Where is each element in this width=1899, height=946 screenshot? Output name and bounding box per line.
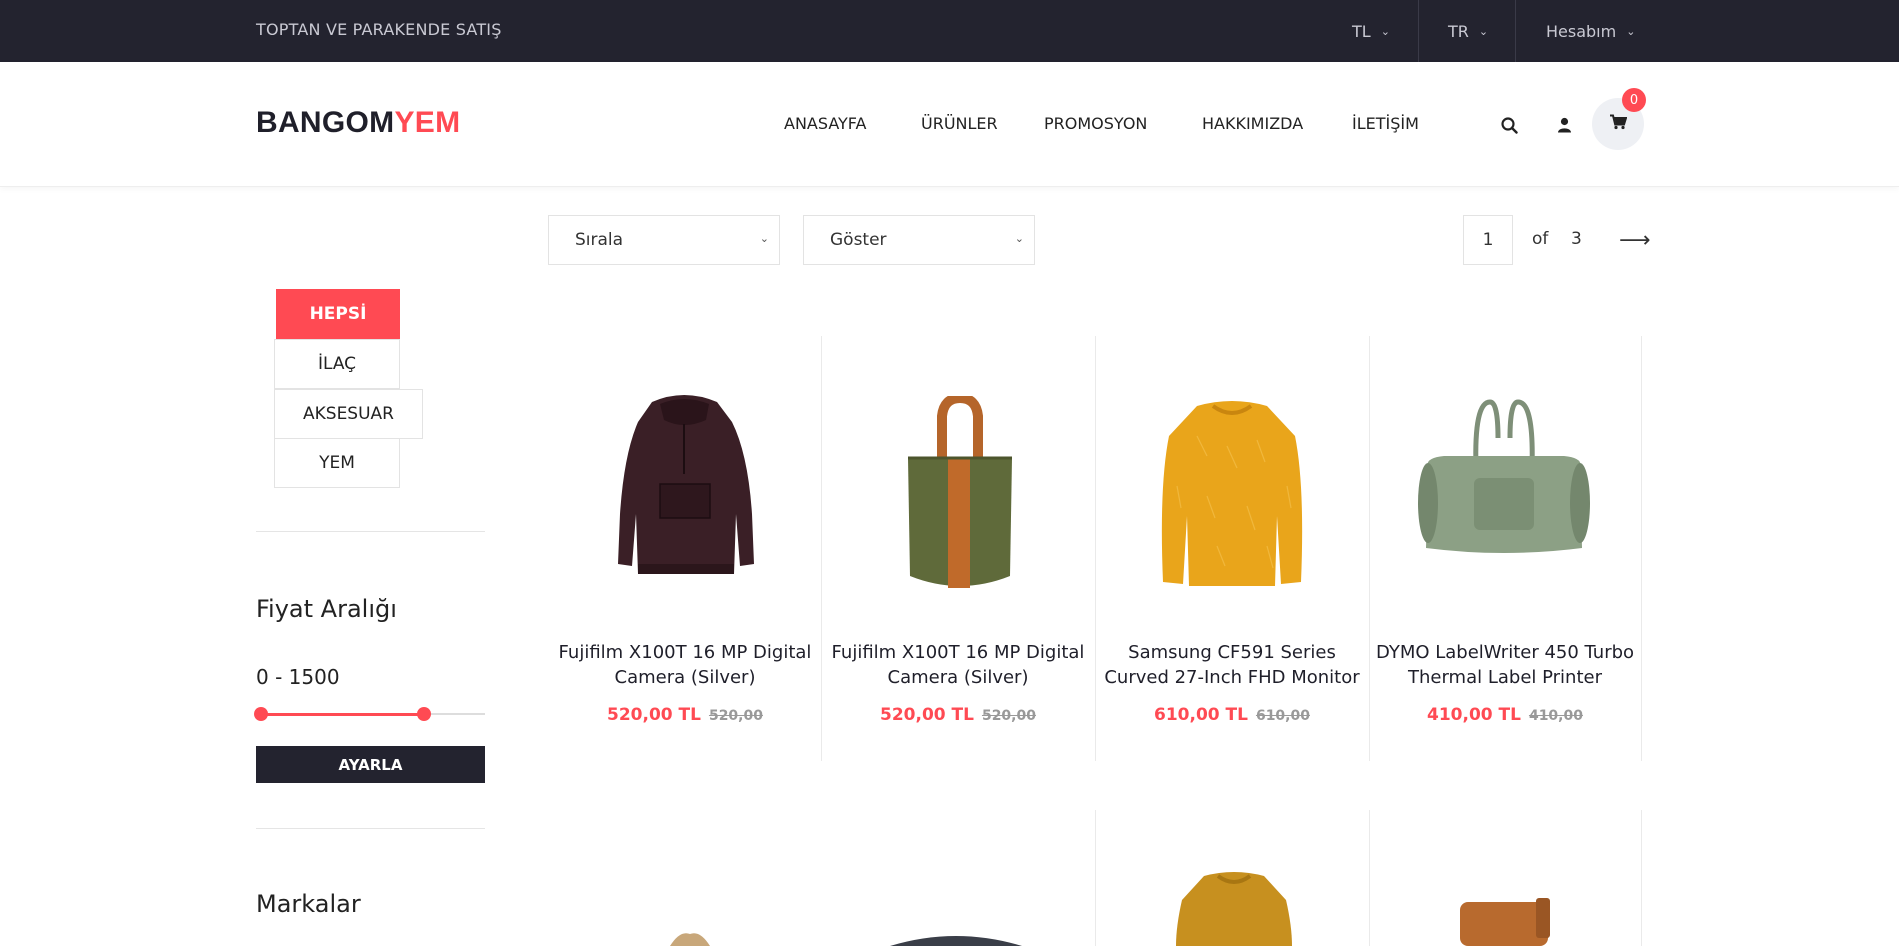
product-name[interactable]: Fujifilm X100T 16 MP Digital Camera (Sil…: [554, 640, 816, 690]
sort-select-label: Sırala: [575, 230, 624, 250]
product-image-partial[interactable]: [1174, 870, 1294, 946]
product-current-price: 610,00 TL: [1154, 705, 1248, 725]
cart-icon: [1609, 114, 1627, 134]
nav-item-promotions[interactable]: PROMOSYON: [1044, 114, 1147, 133]
product-image-tote-bag[interactable]: [904, 396, 1016, 596]
nav-item-home[interactable]: ANASAYFA: [784, 114, 866, 133]
chevron-down-icon: ⌄: [1478, 24, 1489, 38]
grid-divider: [1641, 810, 1642, 946]
currency-selector[interactable]: TL ⌄: [1352, 0, 1390, 62]
price-range-value: 0 - 1500: [256, 665, 340, 689]
show-select[interactable]: Göster ⌄: [803, 215, 1035, 265]
product-current-price: 520,00 TL: [880, 705, 974, 725]
category-accessory[interactable]: AKSESUAR: [274, 389, 423, 439]
product-current-price: 520,00 TL: [607, 705, 701, 725]
top-bar-slogan: TOPTAN VE PARAKENDE SATIŞ: [256, 20, 502, 39]
price-slider-fill: [261, 713, 424, 716]
product-old-price: 520,00: [981, 708, 1036, 724]
divider: [1515, 0, 1516, 62]
currency-value: TL: [1352, 21, 1371, 41]
nav-item-products[interactable]: ÜRÜNLER: [921, 114, 998, 133]
nav-item-contact[interactable]: İLETİŞİM: [1352, 114, 1419, 133]
account-menu[interactable]: Hesabım ⌄: [1546, 0, 1635, 62]
language-value: TR: [1448, 21, 1469, 41]
chevron-down-icon: ⌄: [1626, 24, 1636, 38]
product-image-partial[interactable]: [886, 930, 1026, 946]
product-image-hoodie[interactable]: [612, 394, 757, 579]
product-old-price: 610,00: [1255, 708, 1310, 724]
product-price: 520,00 TL 520,00: [827, 705, 1089, 725]
grid-divider: [1095, 810, 1096, 946]
chevron-down-icon: ⌄: [1380, 24, 1390, 38]
cart-count-badge: 0: [1622, 88, 1646, 112]
page-total: 3: [1571, 229, 1582, 249]
product-image-partial[interactable]: [1458, 898, 1554, 946]
search-icon[interactable]: [1498, 114, 1520, 136]
category-all[interactable]: HEPSİ: [276, 289, 400, 339]
brands-title: Markalar: [256, 890, 361, 918]
logo-part-2: YEM: [394, 106, 461, 139]
category-feed[interactable]: YEM: [274, 438, 400, 488]
price-slider-min-handle[interactable]: [254, 707, 268, 721]
page-number-input[interactable]: 1: [1463, 215, 1513, 265]
product-old-price: 520,00: [708, 708, 763, 724]
apply-price-button[interactable]: AYARLA: [256, 746, 485, 783]
divider: [1418, 0, 1419, 62]
product-name[interactable]: Samsung CF591 Series Curved 27-Inch FHD …: [1101, 640, 1363, 690]
top-bar: TOPTAN VE PARAKENDE SATIŞ TL ⌄ TR ⌄ Hesa…: [0, 0, 1899, 62]
divider: [256, 828, 485, 829]
logo[interactable]: BANGOMYEM: [256, 106, 460, 140]
price-slider-max-handle[interactable]: [416, 707, 431, 721]
product-old-price: 410,00: [1528, 708, 1583, 724]
chevron-down-icon: ⌄: [1014, 232, 1024, 245]
show-select-label: Göster: [830, 230, 887, 250]
grid-divider: [1641, 336, 1642, 761]
next-page-arrow-icon[interactable]: ⟶: [1619, 228, 1651, 253]
divider: [256, 531, 485, 532]
product-price: 610,00 TL 610,00: [1101, 705, 1363, 725]
page-of-label: of: [1532, 229, 1549, 249]
product-price: 520,00 TL 520,00: [554, 705, 816, 725]
product-current-price: 410,00 TL: [1427, 705, 1521, 725]
grid-divider: [1095, 336, 1096, 761]
nav-item-about[interactable]: HAKKIMIZDA: [1202, 114, 1303, 133]
grid-divider: [821, 336, 822, 761]
category-medicine[interactable]: İLAÇ: [274, 339, 400, 389]
price-range-title: Fiyat Aralığı: [256, 595, 397, 623]
product-price: 410,00 TL 410,00: [1374, 705, 1636, 725]
account-label: Hesabım: [1546, 21, 1617, 41]
grid-divider: [1369, 810, 1370, 946]
product-image-sweater[interactable]: [1157, 396, 1307, 590]
sort-select[interactable]: Sırala ⌄: [548, 215, 780, 265]
product-image-duffel-bag[interactable]: [1414, 398, 1594, 558]
grid-divider: [1369, 336, 1370, 761]
product-image-partial[interactable]: [660, 928, 720, 946]
user-icon[interactable]: [1553, 114, 1575, 136]
chevron-down-icon: ⌄: [759, 232, 769, 245]
product-name[interactable]: DYMO LabelWriter 450 Turbo Thermal Label…: [1374, 640, 1636, 690]
product-name[interactable]: Fujifilm X100T 16 MP Digital Camera (Sil…: [827, 640, 1089, 690]
language-selector[interactable]: TR ⌄: [1448, 0, 1488, 62]
logo-part-1: BANGOM: [256, 106, 395, 139]
